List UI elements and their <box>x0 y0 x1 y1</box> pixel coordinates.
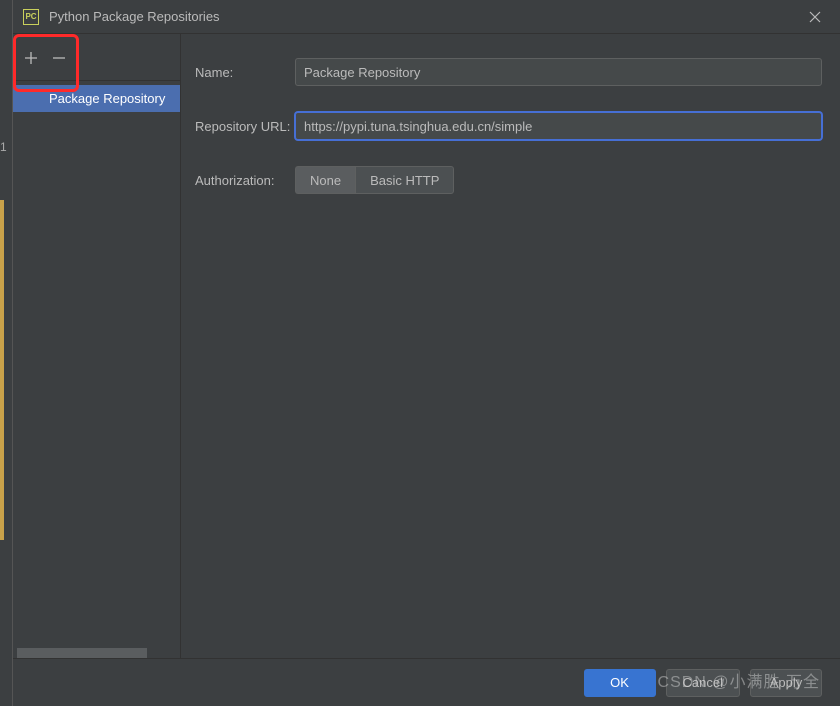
python-package-repositories-dialog: PC Python Package Repositories Package R… <box>12 0 840 706</box>
sidebar-horizontal-scrollbar[interactable] <box>17 648 147 658</box>
name-input[interactable] <box>295 58 822 86</box>
content-area: Package Repository Name: Repository URL:… <box>13 34 840 658</box>
apply-button[interactable]: Apply <box>750 669 822 697</box>
background-token: 1 <box>0 140 7 154</box>
authorization-segmented-control: None Basic HTTP <box>295 166 454 194</box>
authorization-label: Authorization: <box>195 173 295 188</box>
dialog-title: Python Package Repositories <box>49 9 800 24</box>
name-label: Name: <box>195 65 295 80</box>
cancel-button[interactable]: Cancel <box>666 669 740 697</box>
dialog-footer: OK Cancel Apply <box>13 658 840 706</box>
repositories-sidebar: Package Repository <box>13 34 181 658</box>
auth-option-none-label: None <box>310 173 341 188</box>
titlebar: PC Python Package Repositories <box>13 0 840 34</box>
background-highlight-bar <box>0 200 4 540</box>
remove-repository-button[interactable] <box>47 46 71 70</box>
auth-option-basic-http[interactable]: Basic HTTP <box>355 166 454 194</box>
plus-icon <box>24 51 38 65</box>
url-label: Repository URL: <box>195 119 295 134</box>
auth-option-none[interactable]: None <box>295 166 355 194</box>
auth-option-basic-http-label: Basic HTTP <box>370 173 439 188</box>
sidebar-item-package-repository[interactable]: Package Repository <box>13 85 180 112</box>
close-button[interactable] <box>800 2 830 32</box>
name-row: Name: <box>195 58 822 86</box>
repository-url-input[interactable] <box>295 112 822 140</box>
pycharm-icon: PC <box>23 9 39 25</box>
minus-icon <box>52 51 66 65</box>
url-row: Repository URL: <box>195 112 822 140</box>
authorization-row: Authorization: None Basic HTTP <box>195 166 822 194</box>
sidebar-divider <box>13 80 180 81</box>
add-repository-button[interactable] <box>19 46 43 70</box>
close-icon <box>809 11 821 23</box>
sidebar-toolbar <box>13 34 180 76</box>
repository-details-panel: Name: Repository URL: Authorization: Non… <box>181 34 840 658</box>
sidebar-item-label: Package Repository <box>49 91 165 106</box>
ok-button[interactable]: OK <box>584 669 656 697</box>
